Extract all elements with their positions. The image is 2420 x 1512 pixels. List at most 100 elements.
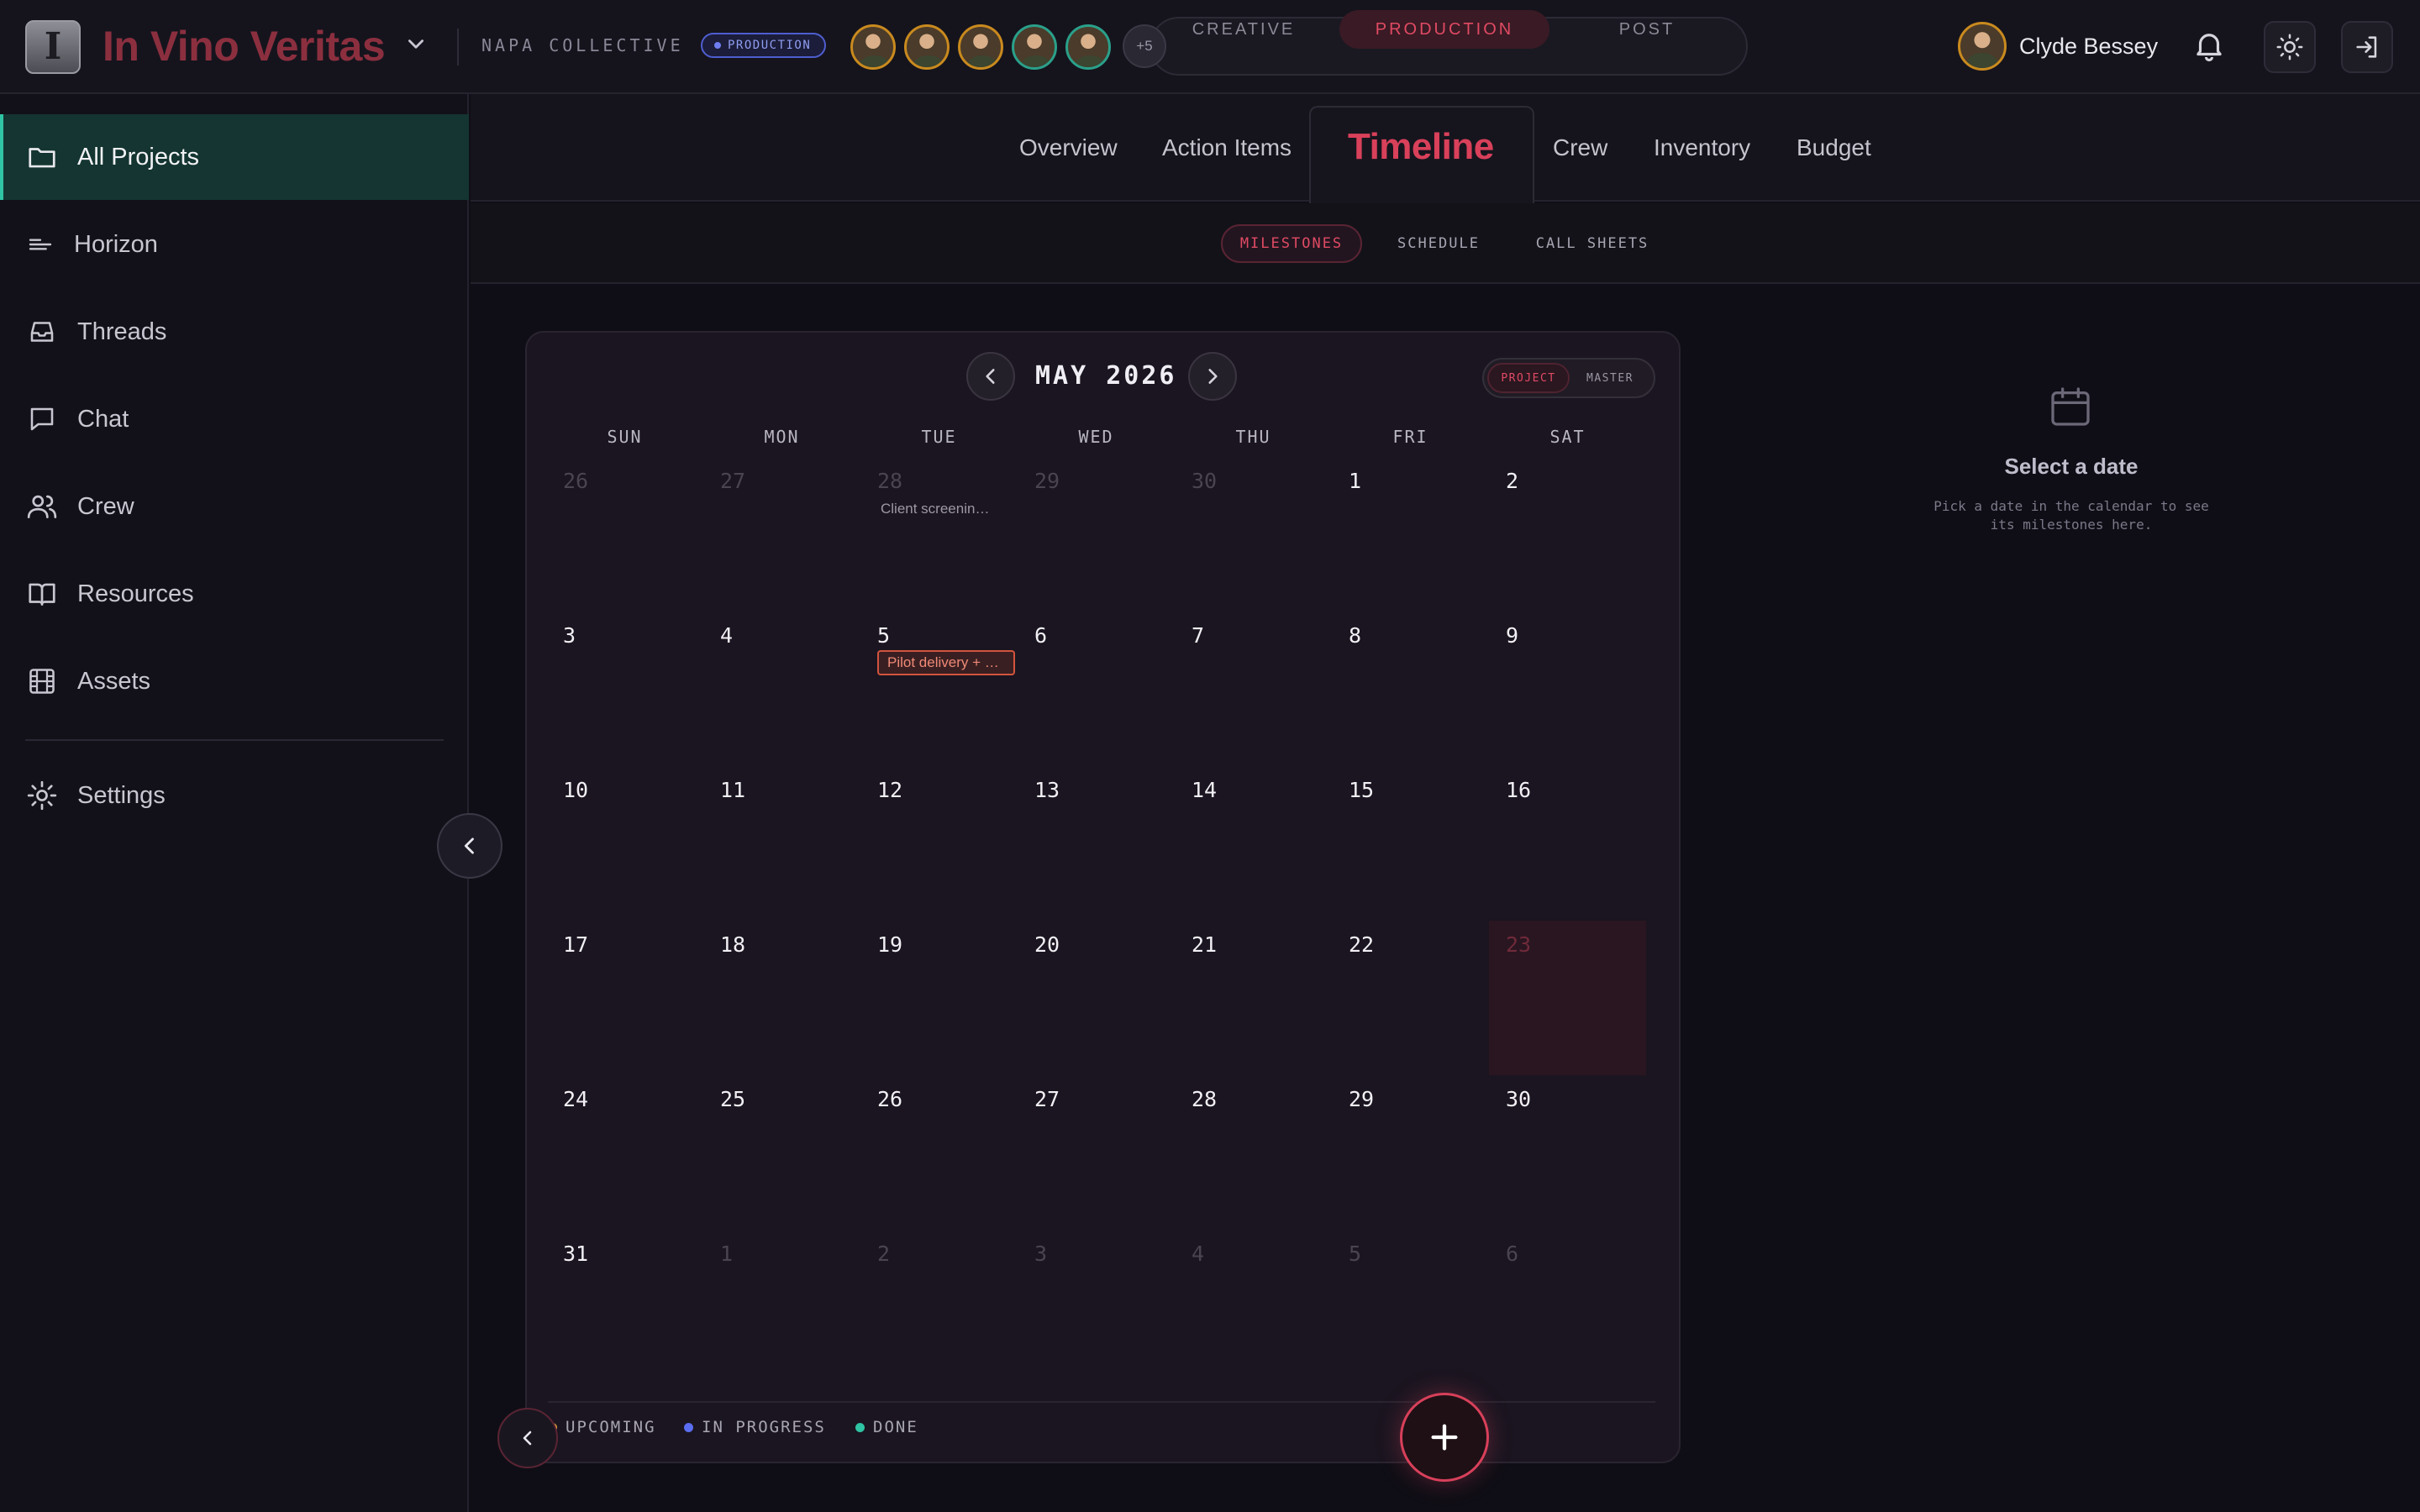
phase-post[interactable]: POST xyxy=(1580,10,1714,49)
back-button[interactable] xyxy=(497,1408,558,1468)
folder-icon xyxy=(25,140,59,174)
day-number: 10 xyxy=(563,778,589,802)
calendar-day-cell[interactable]: 11 xyxy=(703,766,860,921)
bell-icon[interactable] xyxy=(2191,27,2227,64)
calendar-day-cell[interactable]: 15 xyxy=(1332,766,1489,921)
tab-timeline[interactable]: Timeline xyxy=(1348,126,1494,168)
sidebar-item-label: Resources xyxy=(77,580,194,607)
project-title[interactable]: In Vino Veritas xyxy=(103,22,386,71)
client-name: NAPA COLLECTIVE xyxy=(481,35,684,55)
calendar-day-cell[interactable]: 29 xyxy=(1018,457,1175,612)
crew-avatar[interactable] xyxy=(850,24,896,70)
calendar-day-cell[interactable]: 28 xyxy=(1175,1075,1332,1230)
calendar-day-cell[interactable]: 21 xyxy=(1175,921,1332,1075)
sidebar-item-horizon[interactable]: Horizon xyxy=(0,202,469,287)
calendar-day-cell[interactable]: 5 xyxy=(1332,1230,1489,1384)
calendar-day-cell[interactable]: 30 xyxy=(1489,1075,1646,1230)
scope-master-button[interactable]: MASTER xyxy=(1575,363,1645,393)
calendar-day-cell[interactable]: 3 xyxy=(546,612,703,766)
calendar-day-cell[interactable]: 6 xyxy=(1489,1230,1646,1384)
sidebar-item-settings[interactable]: Settings xyxy=(0,753,469,838)
calendar-day-cell[interactable]: 27 xyxy=(703,457,860,612)
phase-creative[interactable]: CREATIVE xyxy=(1176,10,1311,49)
calendar-day-cell[interactable]: 7 xyxy=(1175,612,1332,766)
calendar-day-cell[interactable]: 16 xyxy=(1489,766,1646,921)
calendar-day-cell[interactable]: 8 xyxy=(1332,612,1489,766)
calendar-day-cell[interactable]: 25 xyxy=(703,1075,860,1230)
calendar-day-cell[interactable]: 4 xyxy=(1175,1230,1332,1384)
tab-overview[interactable]: Overview xyxy=(1019,134,1118,161)
scope-project-button[interactable]: PROJECT xyxy=(1487,363,1570,393)
phase-production[interactable]: PRODUCTION xyxy=(1339,10,1549,49)
day-number: 5 xyxy=(1349,1242,1362,1266)
calendar-day-cell[interactable]: 26 xyxy=(860,1075,1018,1230)
crew-avatar[interactable] xyxy=(904,24,950,70)
sidebar-item-threads[interactable]: Threads xyxy=(0,289,469,375)
calendar-day-cell[interactable]: 1 xyxy=(1332,457,1489,612)
calendar-day-cell[interactable]: 14 xyxy=(1175,766,1332,921)
sidebar-item-all-projects[interactable]: All Projects xyxy=(0,114,469,200)
weekday-label: FRI xyxy=(1392,427,1428,447)
calendar-day-cell[interactable]: 18 xyxy=(703,921,860,1075)
subtab-milestones[interactable]: MILESTONES xyxy=(1221,224,1362,263)
calendar-day-cell[interactable]: 31 xyxy=(546,1230,703,1384)
calendar-day-cell[interactable]: 6 xyxy=(1018,612,1175,766)
sidebar-item-crew[interactable]: Crew xyxy=(0,464,469,549)
collapse-sidebar-button[interactable] xyxy=(437,813,502,879)
crew-avatar[interactable] xyxy=(1012,24,1057,70)
calendar-day-cell[interactable]: 23 xyxy=(1489,921,1646,1075)
calendar-day-cell[interactable]: 4 xyxy=(703,612,860,766)
tab-inventory[interactable]: Inventory xyxy=(1654,134,1750,161)
subtab-schedule[interactable]: SCHEDULE xyxy=(1378,224,1499,263)
crew-avatar[interactable] xyxy=(1065,24,1111,70)
calendar-day-cell[interactable]: 29 xyxy=(1332,1075,1489,1230)
calendar-day-cell[interactable]: 10 xyxy=(546,766,703,921)
sidebar-item-chat[interactable]: Chat xyxy=(0,376,469,462)
calendar-day-cell[interactable]: 30 xyxy=(1175,457,1332,612)
calendar-day-cell[interactable]: 27 xyxy=(1018,1075,1175,1230)
milestone-tag[interactable]: Pilot delivery + … xyxy=(877,650,1015,675)
calendar-day-cell[interactable]: 26 xyxy=(546,457,703,612)
tab-action-items[interactable]: Action Items xyxy=(1162,134,1292,161)
user-avatar[interactable] xyxy=(1958,22,2007,71)
sidebar-item-label: Settings xyxy=(77,781,166,809)
header-divider xyxy=(457,29,459,66)
calendar-day-cell[interactable]: 13 xyxy=(1018,766,1175,921)
gear-icon xyxy=(25,779,59,812)
calendar-day-cell[interactable]: 2 xyxy=(1489,457,1646,612)
calendar-day-cell[interactable]: 2 xyxy=(860,1230,1018,1384)
add-milestone-button[interactable] xyxy=(1400,1393,1489,1482)
calendar-day-cell[interactable]: 5 Pilot delivery + … xyxy=(860,612,1018,766)
sign-out-button[interactable] xyxy=(2341,21,2393,73)
crew-avatar[interactable] xyxy=(958,24,1003,70)
tab-budget[interactable]: Budget xyxy=(1797,134,1871,161)
milestone-item[interactable]: Client screenin… xyxy=(881,501,989,517)
day-number: 20 xyxy=(1034,932,1060,957)
theme-toggle-button[interactable] xyxy=(2264,21,2316,73)
subtab-call-sheets[interactable]: CALL SHEETS xyxy=(1524,224,1660,263)
calendar-day-cell[interactable]: 1 xyxy=(703,1230,860,1384)
next-month-button[interactable] xyxy=(1188,352,1237,401)
calendar-day-cell[interactable]: 17 xyxy=(546,921,703,1075)
more-avatars-badge[interactable]: +5 xyxy=(1123,24,1166,68)
sidebar-item-assets[interactable]: Assets xyxy=(0,638,469,724)
day-number: 3 xyxy=(1034,1242,1048,1266)
sidebar-item-resources[interactable]: Resources xyxy=(0,551,469,637)
tab-crew[interactable]: Crew xyxy=(1553,134,1607,161)
calendar-day-cell[interactable]: 19 xyxy=(860,921,1018,1075)
day-number: 27 xyxy=(720,469,746,493)
calendar-day-cell[interactable]: 22 xyxy=(1332,921,1489,1075)
chevron-down-icon[interactable] xyxy=(405,34,427,55)
calendar-day-cell[interactable]: 3 xyxy=(1018,1230,1175,1384)
calendar-day-cell[interactable]: 9 xyxy=(1489,612,1646,766)
app-logo[interactable]: I xyxy=(25,20,81,74)
previous-month-button[interactable] xyxy=(966,352,1015,401)
calendar-day-cell[interactable]: 20 xyxy=(1018,921,1175,1075)
day-number: 15 xyxy=(1349,778,1375,802)
user-name[interactable]: Clyde Bessey xyxy=(2019,34,2158,60)
calendar-day-cell[interactable]: 24 xyxy=(546,1075,703,1230)
users-icon xyxy=(25,490,59,523)
calendar-day-cell[interactable]: 28 Client screenin… xyxy=(860,457,1018,612)
day-number: 28 xyxy=(877,469,903,493)
calendar-day-cell[interactable]: 12 xyxy=(860,766,1018,921)
